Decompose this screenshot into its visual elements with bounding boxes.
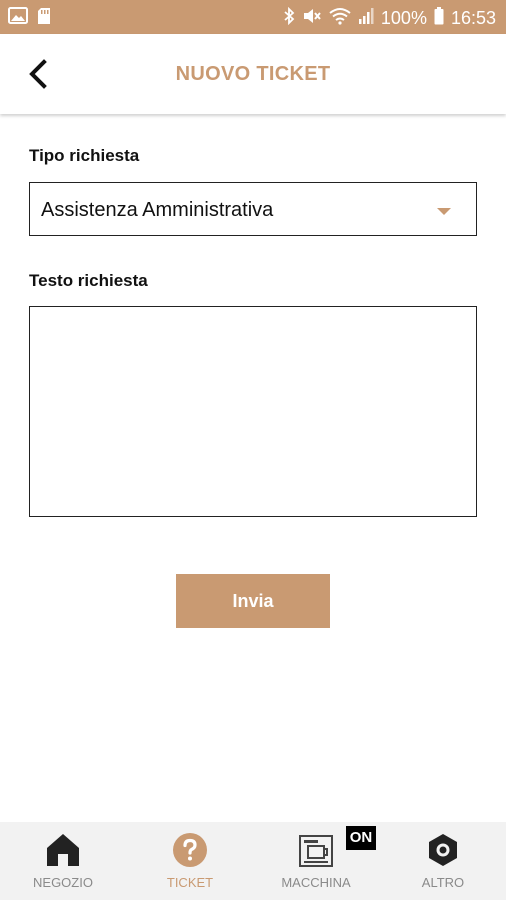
wifi-icon — [329, 7, 351, 30]
hex-nut-icon — [425, 832, 461, 868]
machine-status-badge: ON — [346, 826, 376, 850]
coffee-machine-icon — [298, 832, 334, 868]
home-icon — [45, 832, 81, 868]
nav-label-macchina: MACCHINA — [281, 875, 351, 890]
nav-label-altro: ALTRO — [421, 875, 465, 890]
request-type-value: Assistenza Amministrativa — [41, 199, 274, 221]
mute-icon — [302, 7, 322, 30]
status-left-icons — [8, 7, 51, 30]
signal-icon — [358, 7, 374, 30]
nav-item-negozio[interactable]: NEGOZIO — [0, 822, 126, 900]
help-circle-icon — [172, 832, 208, 868]
request-type-select[interactable]: Assistenza Amministrativa — [29, 182, 477, 236]
nav-item-ticket[interactable]: TICKET — [127, 822, 253, 900]
request-text-field[interactable] — [29, 306, 477, 517]
nav-label-negozio: NEGOZIO — [33, 875, 93, 890]
sd-card-icon — [37, 7, 51, 30]
page-title: NUOVO TICKET — [175, 63, 331, 85]
request-type-label: Tipo richiesta — [29, 146, 140, 165]
dropdown-arrow-icon — [437, 208, 451, 215]
battery-icon — [434, 7, 444, 30]
nav-label-ticket: TICKET — [166, 875, 214, 890]
image-icon — [8, 7, 28, 30]
clock: 16:53 — [450, 8, 496, 28]
battery-percentage: 100% — [380, 8, 427, 28]
request-text-label: Testo richiesta — [29, 271, 148, 290]
status-right-icons: 100% 16:53 — [283, 6, 496, 30]
nav-item-altro[interactable]: ALTRO — [380, 822, 506, 900]
app-bar: NUOVO TICKET — [0, 34, 506, 114]
status-bar: 100% 16:53 — [0, 0, 506, 34]
bottom-navigation: NEGOZIO TICKET MACCHINA ALTRO — [0, 822, 506, 900]
send-button[interactable]: Invia — [176, 574, 330, 628]
bluetooth-icon — [283, 6, 295, 30]
